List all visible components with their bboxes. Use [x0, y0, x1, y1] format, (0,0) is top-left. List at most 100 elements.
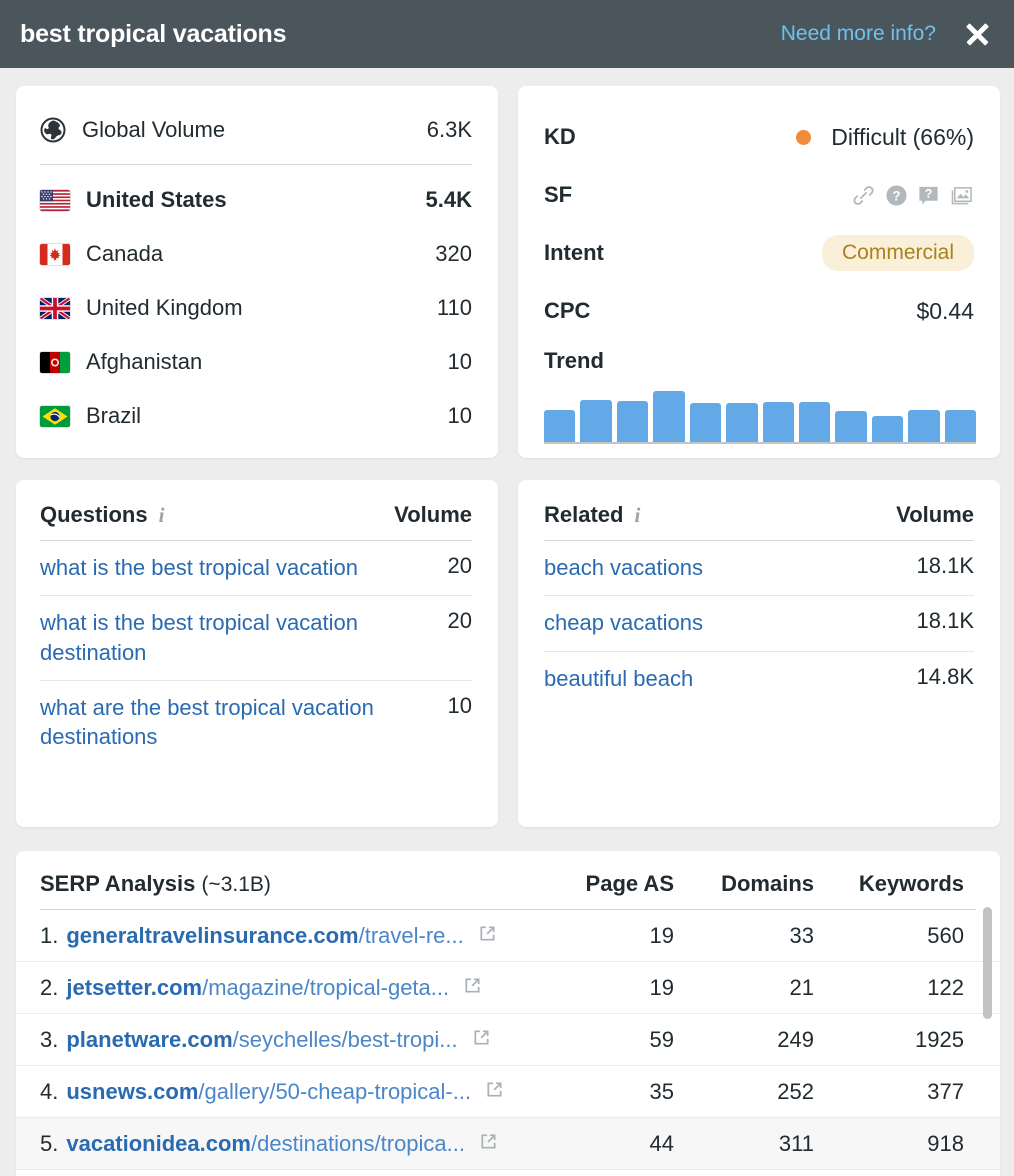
- list-item[interactable]: what are the best tropical vacation dest…: [40, 681, 472, 765]
- table-row[interactable]: 2. jetsetter.com /magazine/tropical-geta…: [16, 962, 1000, 1014]
- serp-domain-link[interactable]: usnews.com: [66, 1079, 198, 1105]
- country-volume: 110: [437, 295, 472, 321]
- column-header-domains: Domains: [674, 871, 814, 897]
- serp-domains: 249: [674, 1027, 814, 1053]
- serp-domain-link[interactable]: planetware.com: [66, 1027, 232, 1053]
- question-volume: 10: [448, 693, 472, 719]
- serp-path[interactable]: /seychelles/best-tropi...: [233, 1027, 458, 1053]
- serp-rank: 4.: [40, 1079, 58, 1105]
- trend-bar: [763, 402, 794, 442]
- top-cards-row: Global Volume 6.3K: [16, 86, 1000, 458]
- external-link-icon[interactable]: [463, 975, 482, 1001]
- table-row[interactable]: 1. generaltravelinsurance.com /travel-re…: [16, 910, 1000, 962]
- serp-path[interactable]: /destinations/tropica...: [251, 1131, 465, 1157]
- trend-chart: [544, 388, 976, 444]
- list-item[interactable]: beautiful beach 14.8K: [544, 652, 974, 706]
- images-icon[interactable]: [949, 184, 974, 207]
- need-more-info-link[interactable]: Need more info?: [781, 22, 936, 46]
- question-bubble-icon[interactable]: ?: [917, 184, 940, 207]
- list-item[interactable]: beach vacations 18.1K: [544, 541, 974, 596]
- related-card: Related i Volume beach vacations 18.1K c…: [518, 480, 1000, 827]
- kd-label: KD: [544, 124, 796, 150]
- list-item[interactable]: what is the best tropical vacation 20: [40, 541, 472, 596]
- serp-path[interactable]: /gallery/50-cheap-tropical-...: [198, 1079, 471, 1105]
- country-row-united-states[interactable]: United States 5.4K: [40, 173, 472, 227]
- serp-page-as: 44: [554, 1131, 674, 1157]
- global-volume-value: 6.3K: [427, 117, 472, 143]
- cpc-label: CPC: [544, 298, 916, 324]
- external-link-icon[interactable]: [479, 1131, 498, 1157]
- related-link[interactable]: cheap vacations: [544, 608, 917, 637]
- serp-domain-link[interactable]: vacationidea.com: [66, 1131, 251, 1157]
- cpc-value: $0.44: [916, 298, 974, 325]
- question-link[interactable]: what are the best tropical vacation dest…: [40, 693, 448, 752]
- intent-row: Intent Commercial: [544, 224, 974, 282]
- flag-icon-af: [40, 352, 70, 373]
- country-volume: 10: [448, 403, 472, 429]
- question-circle-icon[interactable]: ?: [885, 184, 908, 207]
- external-link-icon[interactable]: [478, 923, 497, 949]
- divider: [40, 164, 472, 165]
- flag-icon-us: [40, 190, 70, 211]
- kd-status-dot: [796, 130, 811, 145]
- cpc-row: CPC $0.44: [544, 282, 974, 340]
- kd-row: KD Difficult (66%): [544, 108, 974, 166]
- questions-card: Questions i Volume what is the best trop…: [16, 480, 498, 827]
- related-link[interactable]: beautiful beach: [544, 664, 917, 693]
- list-item[interactable]: cheap vacations 18.1K: [544, 596, 974, 651]
- trend-bar: [908, 410, 939, 442]
- country-row-brazil[interactable]: Brazil 10: [40, 389, 472, 443]
- country-row-united-kingdom[interactable]: United Kingdom 110: [40, 281, 472, 335]
- country-volume: 10: [448, 349, 472, 375]
- question-volume: 20: [448, 553, 472, 579]
- volume-card: Global Volume 6.3K: [16, 86, 498, 458]
- serp-domain-link[interactable]: jetsetter.com: [66, 975, 202, 1001]
- country-name: Canada: [86, 241, 435, 267]
- column-header-keywords: Keywords: [814, 871, 964, 897]
- country-row-canada[interactable]: Canada 320: [40, 227, 472, 281]
- page-title: best tropical vacations: [20, 20, 286, 49]
- info-icon[interactable]: i: [159, 505, 165, 526]
- related-header: Related i Volume: [544, 502, 974, 540]
- trend-label: Trend: [544, 340, 974, 374]
- external-link-icon[interactable]: [485, 1079, 504, 1105]
- table-row[interactable]: 3. planetware.com /seychelles/best-tropi…: [16, 1014, 1000, 1066]
- serp-scrollbar[interactable]: [983, 907, 992, 1165]
- info-icon[interactable]: i: [634, 505, 640, 526]
- related-link[interactable]: beach vacations: [544, 553, 917, 582]
- serp-page-as: 19: [554, 975, 674, 1001]
- country-name: Brazil: [86, 403, 448, 429]
- trend-bar: [690, 403, 721, 442]
- related-volume: 14.8K: [917, 664, 975, 690]
- country-volume: 320: [435, 241, 472, 267]
- trend-bar: [653, 391, 684, 442]
- close-icon[interactable]: [962, 19, 992, 49]
- serp-domain-link[interactable]: generaltravelinsurance.com: [66, 923, 358, 949]
- table-row[interactable]: 5. vacationidea.com /destinations/tropic…: [16, 1118, 1000, 1170]
- question-volume: 20: [448, 608, 472, 634]
- panel-header: best tropical vacations Need more info?: [0, 0, 1014, 68]
- country-name: United States: [86, 187, 426, 213]
- serp-path[interactable]: /travel-re...: [359, 923, 464, 949]
- trend-bar: [872, 416, 903, 442]
- table-row[interactable]: 4. usnews.com /gallery/50-cheap-tropical…: [16, 1066, 1000, 1118]
- global-volume-label: Global Volume: [82, 117, 427, 143]
- flag-icon-gb: [40, 298, 70, 319]
- intent-badge[interactable]: Commercial: [822, 235, 974, 271]
- scrollbar-thumb[interactable]: [983, 907, 992, 1019]
- list-item[interactable]: what is the best tropical vacation desti…: [40, 596, 472, 681]
- country-row-afghanistan[interactable]: Afghanistan 10: [40, 335, 472, 389]
- question-link[interactable]: what is the best tropical vacation: [40, 553, 448, 582]
- serp-keywords: 377: [814, 1079, 964, 1105]
- serp-analysis-card: SERP Analysis (~3.1B) Page AS Domains Ke…: [16, 851, 1000, 1176]
- link-icon[interactable]: [851, 183, 876, 208]
- column-header-page-as: Page AS: [554, 871, 674, 897]
- question-link[interactable]: what is the best tropical vacation desti…: [40, 608, 448, 667]
- svg-text:?: ?: [925, 186, 933, 200]
- serp-rank: 1.: [40, 923, 58, 949]
- serp-keywords: 122: [814, 975, 964, 1001]
- panel-body: Global Volume 6.3K: [0, 68, 1014, 1176]
- serp-path[interactable]: /magazine/tropical-geta...: [202, 975, 449, 1001]
- external-link-icon[interactable]: [472, 1027, 491, 1053]
- serp-domains: 21: [674, 975, 814, 1001]
